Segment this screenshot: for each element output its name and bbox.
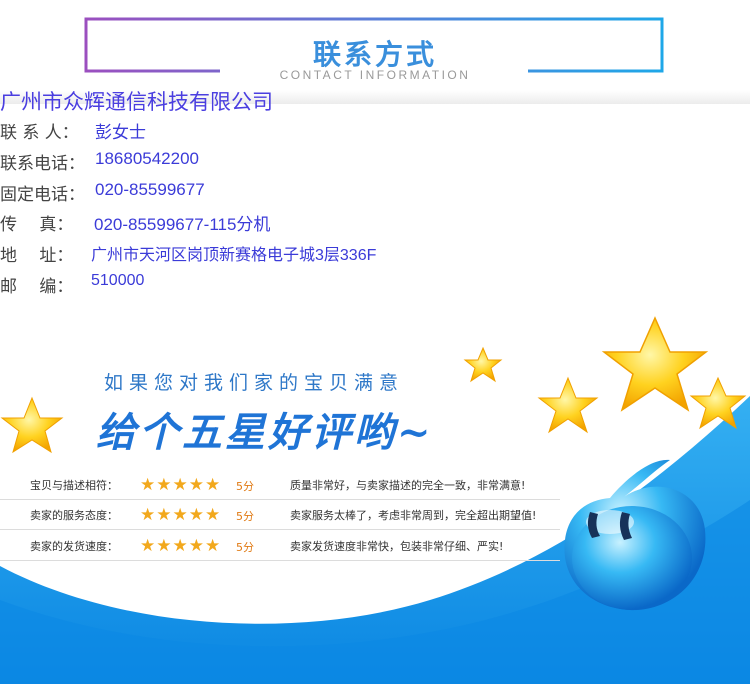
contact-value: 020-85599677-115分机 <box>94 215 271 234</box>
contact-value: 彭女士 <box>95 123 146 142</box>
rating-description: 质量非常好，与卖家描述的完全一致，非常满意! <box>290 479 526 492</box>
banner-headline: 给个五星好评哟~ <box>96 409 434 456</box>
banner-tagline: 如果您对我们家的宝贝满意 <box>104 372 405 394</box>
contact-label: 联 系 人： <box>0 123 79 143</box>
contact-label: 地 址： <box>0 246 74 266</box>
rating-score: 5分 <box>236 480 254 493</box>
contact-value: 020-85599677 <box>95 180 205 199</box>
rating-row: 卖家的服务态度： ★★★★★ 5分 卖家服务太棒了，考虑非常周到，完全超出期望值… <box>0 500 560 530</box>
company-name: 广州市众辉通信科技有限公司 <box>0 90 273 114</box>
rating-score: 5分 <box>236 541 254 554</box>
contact-label: 传 真： <box>0 215 74 235</box>
page-title: 联系方式 <box>312 38 437 71</box>
rating-stars-icon: ★★★★★ <box>140 475 222 495</box>
page-subtitle: CONTACT INFORMATION <box>279 68 471 82</box>
contact-value: 18680542200 <box>95 149 200 168</box>
contact-label: 固定电话： <box>0 185 85 205</box>
divider <box>0 529 560 530</box>
star-icon <box>0 396 64 454</box>
rating-label: 卖家的发货速度： <box>30 540 118 553</box>
rating-score: 5分 <box>236 510 254 523</box>
rating-label: 宝贝与描述相符： <box>30 479 118 492</box>
divider <box>0 560 560 561</box>
contact-label: 邮 编： <box>0 277 74 297</box>
rating-stars-icon: ★★★★★ <box>140 536 222 556</box>
rating-stars-icon: ★★★★★ <box>140 505 222 525</box>
contact-label: 联系电话： <box>0 154 85 174</box>
rating-label: 卖家的服务态度： <box>30 509 118 522</box>
rating-row: 宝贝与描述相符： ★★★★★ 5分 质量非常好，与卖家描述的完全一致，非常满意! <box>0 470 560 500</box>
contact-value: 510000 <box>91 272 145 289</box>
rating-description: 卖家服务太棒了，考虑非常周到，完全超出期望值! <box>290 509 537 522</box>
contact-value: 广州市天河区岗顶新赛格电子城3层336F <box>91 247 377 264</box>
rating-description: 卖家发货速度非常快，包装非常仔细、严实! <box>290 540 504 553</box>
rating-row: 卖家的发货速度： ★★★★★ 5分 卖家发货速度非常快，包装非常仔细、严实! <box>0 531 560 561</box>
